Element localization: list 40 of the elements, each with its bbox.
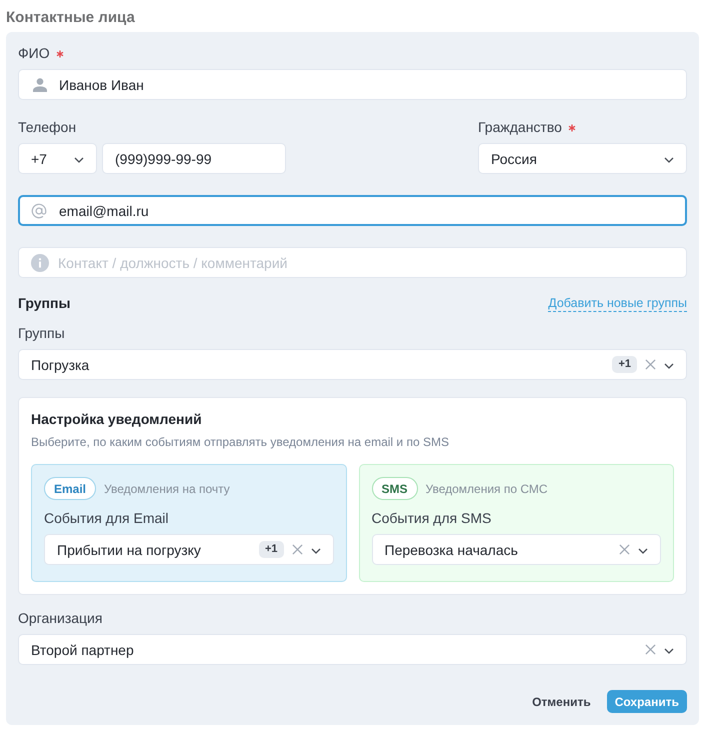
caret-icon bbox=[638, 548, 648, 554]
groups-select[interactable]: Погрузка +1 bbox=[18, 349, 687, 380]
organization-select[interactable]: Второй партнер bbox=[18, 634, 687, 665]
field-label: События для Email bbox=[44, 510, 168, 527]
clear-icon[interactable] bbox=[645, 359, 656, 370]
person-icon bbox=[33, 78, 47, 92]
clear-icon[interactable] bbox=[292, 544, 302, 555]
name-field[interactable]: Иванов Иван bbox=[18, 69, 687, 100]
events-select[interactable]: Прибытии на погрузку +1 bbox=[44, 534, 334, 565]
channel-caption: Уведомления по СМС bbox=[426, 482, 548, 496]
card-title: Настройка уведомлений bbox=[31, 411, 203, 428]
phone-field[interactable]: (999)999-99-99 bbox=[102, 143, 286, 174]
channel-tag: SMS bbox=[372, 477, 418, 500]
section-title: Контактные лица bbox=[6, 9, 136, 27]
section-heading: Группы bbox=[18, 295, 70, 312]
caret-icon bbox=[74, 157, 84, 163]
info-icon bbox=[31, 254, 49, 272]
at-sign-icon bbox=[31, 202, 47, 218]
caret-icon bbox=[310, 548, 320, 554]
field-label: Телефон bbox=[18, 119, 76, 136]
more-count-badge: +1 bbox=[258, 541, 284, 558]
citizenship-select[interactable]: Россия bbox=[478, 143, 687, 174]
email-field[interactable]: email@mail.ru bbox=[18, 195, 687, 226]
cancel-button[interactable]: Отменить bbox=[530, 690, 593, 713]
clear-icon[interactable] bbox=[619, 544, 630, 555]
field-label: ФИО bbox=[18, 45, 50, 62]
field-label: События для SMS bbox=[372, 510, 492, 527]
field-label: Организация bbox=[18, 610, 102, 627]
field-label: Гражданство bbox=[478, 119, 562, 136]
caret-icon bbox=[664, 648, 674, 654]
country-code-select[interactable]: +7 bbox=[18, 143, 97, 174]
field-label: Группы bbox=[18, 325, 65, 342]
caret-icon bbox=[664, 157, 674, 163]
more-count-badge: +1 bbox=[612, 356, 637, 373]
channel-caption: Уведомления на почту bbox=[104, 482, 230, 496]
channel-tag: Email bbox=[44, 477, 96, 500]
caret-icon bbox=[664, 363, 674, 369]
events-select[interactable]: Перевозка началась bbox=[372, 534, 661, 565]
card-subtitle: Выберите, по каким событиям отправлять уведомления на email и по SMS bbox=[31, 435, 450, 450]
clear-icon[interactable] bbox=[645, 644, 656, 655]
